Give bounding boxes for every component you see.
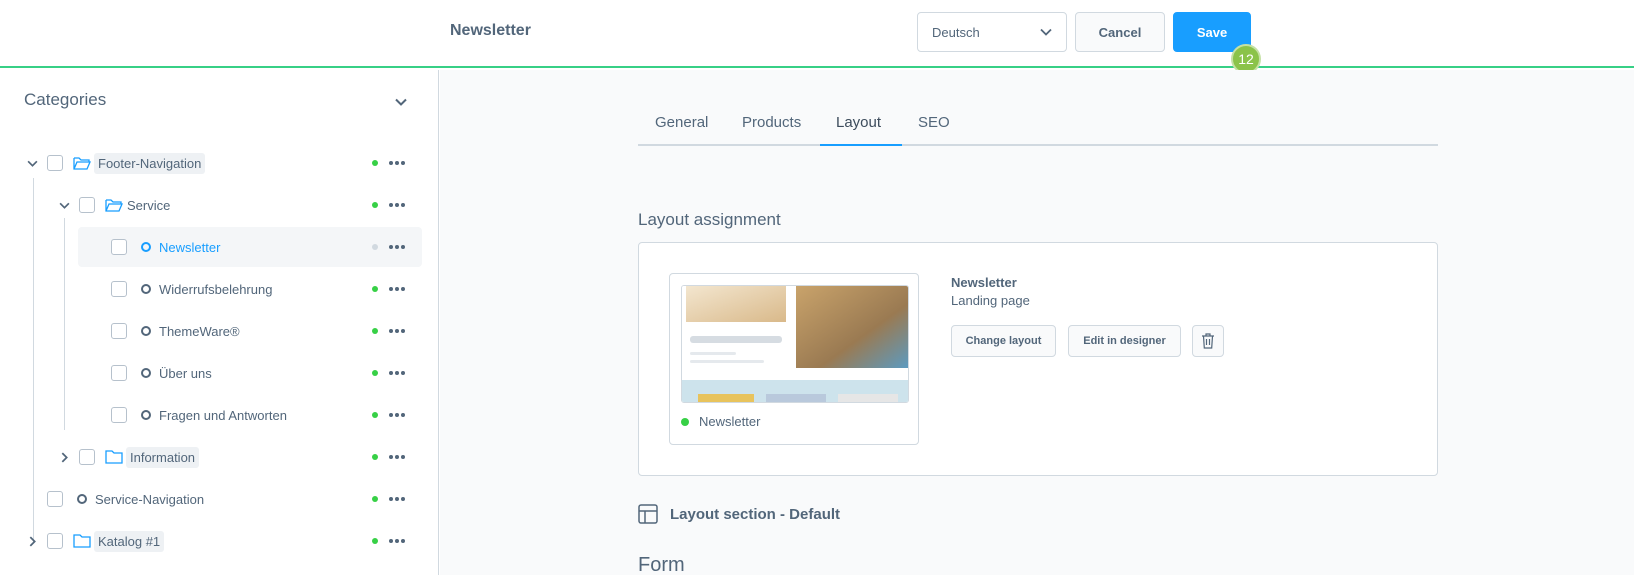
chevron-down-icon[interactable] — [25, 156, 39, 170]
chevron-down-icon — [395, 98, 407, 106]
more-icon[interactable] — [389, 161, 405, 165]
tree-item-checkbox[interactable] — [79, 197, 95, 213]
page-icon — [141, 410, 151, 420]
tab-layout[interactable]: Layout — [836, 114, 881, 131]
layout-section-title: Layout section - Default — [670, 505, 841, 523]
chevron-down-icon[interactable] — [57, 198, 71, 212]
tree-item-themeware[interactable]: ThemeWare® — [0, 311, 439, 351]
status-dot — [372, 496, 378, 502]
tree-item-checkbox[interactable] — [111, 281, 127, 297]
active-tab-indicator — [820, 144, 902, 146]
status-dot — [372, 328, 378, 334]
tree-item-checkbox[interactable] — [47, 155, 63, 171]
sidebar-title: Categories — [24, 90, 107, 109]
status-dot — [372, 370, 378, 376]
cancel-button[interactable]: Cancel — [1075, 12, 1165, 52]
tree-item-newsletter[interactable]: Newsletter — [0, 227, 439, 267]
top-bar: Newsletter Deutsch Cancel Save 12 — [0, 0, 1634, 74]
main-content: General Products Layout SEO Layout assig… — [440, 70, 1634, 575]
tree-item-checkbox[interactable] — [111, 239, 127, 255]
more-icon[interactable] — [389, 371, 405, 375]
preview-status: Newsletter — [681, 414, 760, 429]
tree-item-service[interactable]: Service — [0, 185, 439, 225]
page-icon — [141, 368, 151, 378]
more-icon[interactable] — [389, 455, 405, 459]
remove-layout-button[interactable] — [1192, 325, 1224, 357]
language-select[interactable]: Deutsch — [917, 12, 1067, 52]
status-dot — [372, 286, 378, 292]
preview-status-label: Newsletter — [699, 414, 761, 429]
more-icon[interactable] — [389, 203, 405, 207]
selection-highlight — [78, 227, 422, 267]
tree-item-label: Fragen und Antworten — [159, 408, 287, 423]
tree-item-checkbox[interactable] — [79, 449, 95, 465]
status-dot — [681, 417, 689, 426]
collapse-sidebar-button[interactable] — [391, 92, 411, 112]
tree-item-widerrufsbelehrung[interactable]: Widerrufsbelehrung — [0, 269, 439, 309]
tree-item-label: Newsletter — [159, 240, 221, 255]
layout-assignment-card: Newsletter Newsletter Landing page Chang… — [638, 242, 1438, 476]
chevron-right-icon[interactable] — [25, 534, 39, 548]
tree-item-service-navigation[interactable]: Service-Navigation — [0, 479, 439, 519]
folder-icon — [105, 450, 123, 464]
layout-preview-card[interactable]: Newsletter — [669, 273, 919, 445]
page-icon — [77, 494, 87, 504]
status-dot — [372, 412, 378, 418]
more-icon[interactable] — [389, 413, 405, 417]
status-dot — [372, 202, 378, 208]
tree-item-ueber-uns[interactable]: Über uns — [0, 353, 439, 393]
page-icon — [141, 284, 151, 294]
language-select-value: Deutsch — [932, 24, 980, 40]
tree-item-label: Information — [126, 447, 200, 468]
page-icon — [141, 326, 151, 336]
layout-icon — [638, 504, 658, 524]
layout-name: Newsletter — [951, 275, 1017, 290]
page-icon — [141, 242, 151, 252]
tree-item-checkbox[interactable] — [47, 533, 63, 549]
tab-products[interactable]: Products — [742, 114, 801, 131]
more-icon[interactable] — [389, 539, 405, 543]
chevron-down-icon — [1040, 28, 1052, 36]
more-icon[interactable] — [389, 497, 405, 501]
tree-item-label: Katalog #1 — [94, 531, 165, 552]
tree-item-label: Über uns — [159, 366, 212, 381]
tree-item-label: ThemeWare® — [159, 324, 240, 339]
tab-bar: General Products Layout SEO — [638, 104, 1438, 146]
more-icon[interactable] — [389, 287, 405, 291]
form-title: Form — [638, 554, 685, 575]
edit-in-designer-button[interactable]: Edit in designer — [1068, 325, 1181, 357]
tree-item-footer-navigation[interactable]: Footer-Navigation — [0, 143, 439, 183]
more-icon[interactable] — [389, 245, 405, 249]
tree-item-katalog-1[interactable]: Katalog #1 — [0, 521, 439, 561]
folder-icon — [73, 534, 91, 548]
category-sidebar: Categories Footer-Navigation Service New… — [0, 70, 439, 575]
tree-item-label: Footer-Navigation — [94, 153, 206, 174]
tree-item-checkbox[interactable] — [111, 407, 127, 423]
tab-general[interactable]: General — [655, 114, 708, 131]
chevron-right-icon[interactable] — [57, 450, 71, 464]
status-dot — [372, 160, 378, 166]
tree-item-information[interactable]: Information — [0, 437, 439, 477]
folder-open-icon — [73, 157, 91, 170]
page-title: Newsletter — [450, 22, 531, 39]
tree-item-label: Service-Navigation — [95, 492, 205, 507]
tree-item-checkbox[interactable] — [111, 323, 127, 339]
layout-assignment-title: Layout assignment — [638, 210, 781, 229]
status-dot — [372, 454, 378, 460]
layout-section-heading: Layout section - Default — [638, 504, 840, 524]
change-layout-button[interactable]: Change layout — [951, 325, 1056, 357]
trash-icon — [1202, 333, 1214, 349]
tree-item-checkbox[interactable] — [47, 491, 63, 507]
status-dot — [372, 538, 378, 544]
tree-item-checkbox[interactable] — [111, 365, 127, 381]
more-icon[interactable] — [389, 329, 405, 333]
status-dot — [372, 244, 378, 250]
folder-open-icon — [105, 199, 123, 212]
layout-type: Landing page — [951, 293, 1030, 308]
tree-item-label: Widerrufsbelehrung — [159, 282, 273, 297]
layout-preview-image — [681, 285, 909, 403]
tree-item-fragen-und-antworten[interactable]: Fragen und Antworten — [0, 395, 439, 435]
tree-item-label: Service — [127, 198, 171, 213]
tab-seo[interactable]: SEO — [918, 114, 950, 131]
